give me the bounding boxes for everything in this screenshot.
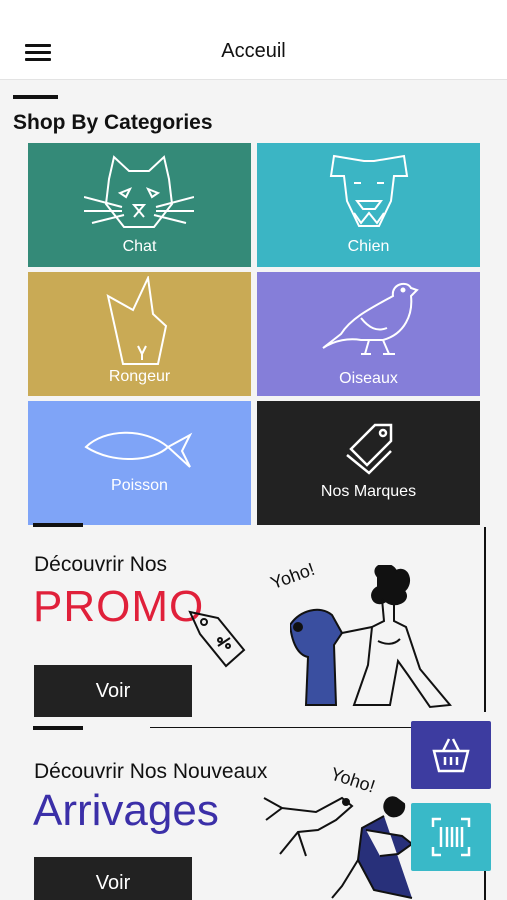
category-tile-chat[interactable]: Chat — [28, 143, 251, 267]
promo-border — [484, 527, 486, 712]
page-title: Acceuil — [221, 40, 286, 62]
bird-icon — [322, 282, 419, 355]
arrivals-illustration — [263, 796, 414, 899]
promo-illustration — [290, 565, 452, 709]
category-tile-poisson[interactable]: Poisson — [28, 401, 251, 525]
arrivals-voir-button[interactable]: Voir — [34, 857, 192, 900]
category-grid: Chat Chien Rongeur Oiseaux Poisson Nos M… — [28, 143, 480, 525]
fish-icon — [84, 431, 193, 468]
category-label: Chat — [122, 238, 157, 255]
category-label: Oiseaux — [339, 370, 398, 387]
promo-kicker: Découvrir Nos — [34, 553, 168, 576]
basket-icon — [432, 738, 470, 773]
rabbit-icon — [106, 276, 168, 365]
arrivals-divider — [33, 726, 83, 730]
arrivals-border — [484, 870, 486, 900]
category-label: Poisson — [111, 477, 168, 494]
section-divider — [13, 95, 58, 99]
dog-icon — [329, 154, 409, 227]
basket-button[interactable] — [411, 721, 491, 789]
cat-icon — [84, 155, 194, 228]
promo-divider — [33, 523, 83, 527]
tag-icon — [346, 423, 393, 475]
price-tag-icon — [188, 610, 246, 668]
barcode-scan-button[interactable] — [411, 803, 491, 871]
top-app-bar: Acceuil — [0, 0, 507, 80]
promo-voir-button[interactable]: Voir — [34, 665, 192, 717]
category-label: Chien — [347, 238, 390, 255]
category-tile-nos-marques[interactable]: Nos Marques — [257, 401, 480, 525]
section-title: Shop By Categories — [13, 111, 213, 134]
category-label: Nos Marques — [320, 483, 417, 500]
arrivals-headline: Arrivages — [33, 786, 219, 835]
category-tile-chien[interactable]: Chien — [257, 143, 480, 267]
promo-headline: PROMO — [33, 582, 205, 631]
arrivals-kicker: Découvrir Nos Nouveaux — [34, 760, 268, 783]
category-label: Rongeur — [108, 368, 171, 385]
barcode-scan-icon — [431, 817, 471, 857]
category-tile-rongeur[interactable]: Rongeur — [28, 272, 251, 396]
category-tile-oiseaux[interactable]: Oiseaux — [257, 272, 480, 396]
